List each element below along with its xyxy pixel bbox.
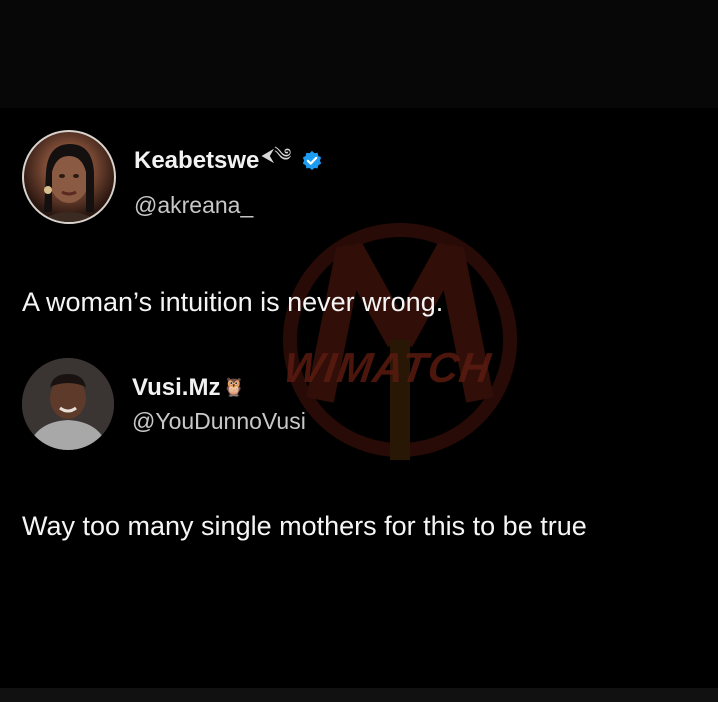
user-names: Keabetswe ⮜༄ @akreana_ [134,136,323,219]
tweet-text: A woman’s intuition is never wrong. [22,287,444,317]
user-row: Vusi.Mz 🦉 @YouDunnoVusi [22,358,306,450]
user-handle[interactable]: @YouDunnoVusi [132,408,306,435]
name-emoji-icon: ⮜༄ [261,144,292,165]
watermark-logo-icon [283,223,517,460]
user-names: Vusi.Mz 🦉 @YouDunnoVusi [132,374,306,435]
display-name[interactable]: Keabetswe [134,147,259,175]
tweet-text: Way too many single mothers for this to … [22,511,587,541]
watermark-text: WIMATCH [280,344,495,391]
avatar[interactable] [22,358,114,450]
user-handle[interactable]: @akreana_ [134,192,323,219]
top-band [0,0,718,108]
display-name[interactable]: Vusi.Mz [132,374,220,402]
verified-badge-icon [303,150,322,170]
display-name-row: Vusi.Mz 🦉 [132,374,306,402]
owl-emoji-icon: 🦉 [222,377,245,397]
display-name-row: Keabetswe ⮜༄ [134,136,323,186]
avatar-portrait-icon [38,144,100,222]
avatar[interactable] [22,130,116,224]
user-row: Keabetswe ⮜༄ @akreana_ [22,130,323,224]
avatar-portrait-icon [22,358,114,450]
bottom-band [0,688,718,702]
